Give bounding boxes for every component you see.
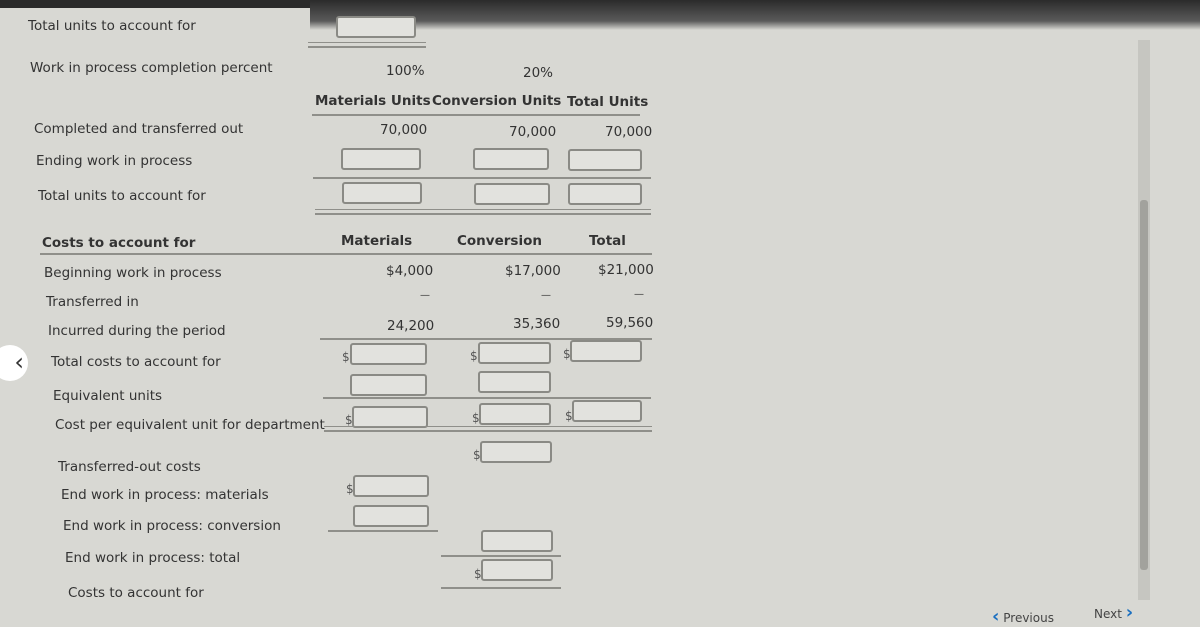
- costs-section-label: Costs to account for: [42, 235, 196, 251]
- end-wip-conversion-input[interactable]: [353, 505, 429, 527]
- value: $21,000: [598, 262, 654, 278]
- row-label: Incurred during the period: [48, 323, 226, 339]
- end-wip-total-input[interactable]: [481, 530, 553, 552]
- row-label: Transferred-out costs: [58, 459, 201, 475]
- divider: [323, 397, 651, 399]
- completion-materials: 100%: [386, 63, 425, 79]
- row-label: Beginning work in process: [44, 265, 222, 281]
- divider: [40, 253, 652, 255]
- value: —: [541, 290, 551, 301]
- window-header: [310, 0, 1200, 30]
- equivalent-units-materials-input[interactable]: [350, 374, 427, 396]
- total-units-materials-input[interactable]: [342, 182, 422, 204]
- value: —: [420, 290, 430, 301]
- next-label: Next: [1094, 607, 1122, 621]
- total-costs-materials-input[interactable]: [350, 343, 427, 365]
- value: 70,000: [605, 124, 653, 140]
- value: $17,000: [505, 263, 561, 279]
- divider: [441, 555, 561, 557]
- equivalent-units-conversion-input[interactable]: [478, 371, 551, 393]
- row-label: End work in process: total: [65, 550, 241, 566]
- row-label: Ending work in process: [36, 153, 193, 169]
- cost-per-eu-conversion-input[interactable]: [479, 403, 551, 425]
- previous-button[interactable]: ‹ Previous: [992, 606, 1054, 627]
- row-label: Total units to account for: [38, 188, 206, 204]
- end-wip-materials-input[interactable]: [353, 475, 429, 497]
- scrollbar-thumb[interactable]: [1140, 200, 1148, 570]
- value: 35,360: [513, 316, 561, 332]
- header-conversion-units: Conversion Units: [432, 93, 562, 109]
- divider: [441, 587, 561, 589]
- row-label: Total costs to account for: [51, 354, 221, 370]
- completion-label: Work in process completion percent: [30, 60, 273, 76]
- cost-per-eu-total-input[interactable]: [572, 400, 642, 422]
- value: 70,000: [509, 124, 557, 140]
- divider: [324, 426, 652, 432]
- row-label: Costs to account for: [68, 585, 204, 601]
- total-units-conversion-input[interactable]: [474, 183, 550, 205]
- dollar-sign: $: [470, 349, 478, 363]
- row-label: End work in process: conversion: [63, 518, 281, 534]
- chevron-left-icon: ‹: [992, 606, 1000, 627]
- value: —: [634, 289, 644, 300]
- chevron-right-icon: ›: [1125, 602, 1134, 623]
- ending-wip-materials-input[interactable]: [341, 148, 421, 170]
- total-costs-total-input[interactable]: [570, 340, 642, 362]
- value: 59,560: [606, 315, 654, 331]
- header-conversion: Conversion: [457, 233, 542, 249]
- row-label: Transferred in: [46, 294, 139, 310]
- total-units-top-input[interactable]: [336, 16, 416, 38]
- divider: [308, 42, 426, 48]
- completion-conversion: 20%: [523, 65, 554, 81]
- ending-wip-conversion-input[interactable]: [473, 148, 549, 170]
- header-total-units: Total Units: [567, 94, 649, 110]
- row-label: Completed and transferred out: [34, 121, 244, 137]
- row-label: Equivalent units: [53, 388, 163, 404]
- dollar-sign: $: [342, 350, 350, 364]
- costs-to-account-for-input[interactable]: [481, 559, 553, 581]
- divider: [312, 114, 640, 116]
- transferred-out-costs-input[interactable]: [480, 441, 552, 463]
- divider: [328, 530, 438, 532]
- header-total: Total: [589, 233, 626, 249]
- divider: [315, 209, 651, 215]
- total-costs-conversion-input[interactable]: [478, 342, 551, 364]
- row-label: Cost per equivalent unit for department: [55, 417, 325, 433]
- total-units-total-input[interactable]: [568, 183, 642, 205]
- header-materials: Materials: [341, 233, 413, 249]
- total-units-top-label: Total units to account for: [28, 18, 196, 34]
- value: 24,200: [387, 318, 435, 334]
- header-materials-units: Materials Units: [315, 93, 431, 109]
- cost-per-eu-materials-input[interactable]: [352, 406, 428, 428]
- back-chevron-icon[interactable]: ‹: [0, 345, 28, 381]
- row-label: End work in process: materials: [61, 487, 269, 503]
- value: 70,000: [380, 122, 428, 138]
- next-button[interactable]: Next ›: [1094, 602, 1133, 623]
- ending-wip-total-input[interactable]: [568, 149, 642, 171]
- divider: [313, 177, 651, 179]
- value: $4,000: [386, 263, 434, 279]
